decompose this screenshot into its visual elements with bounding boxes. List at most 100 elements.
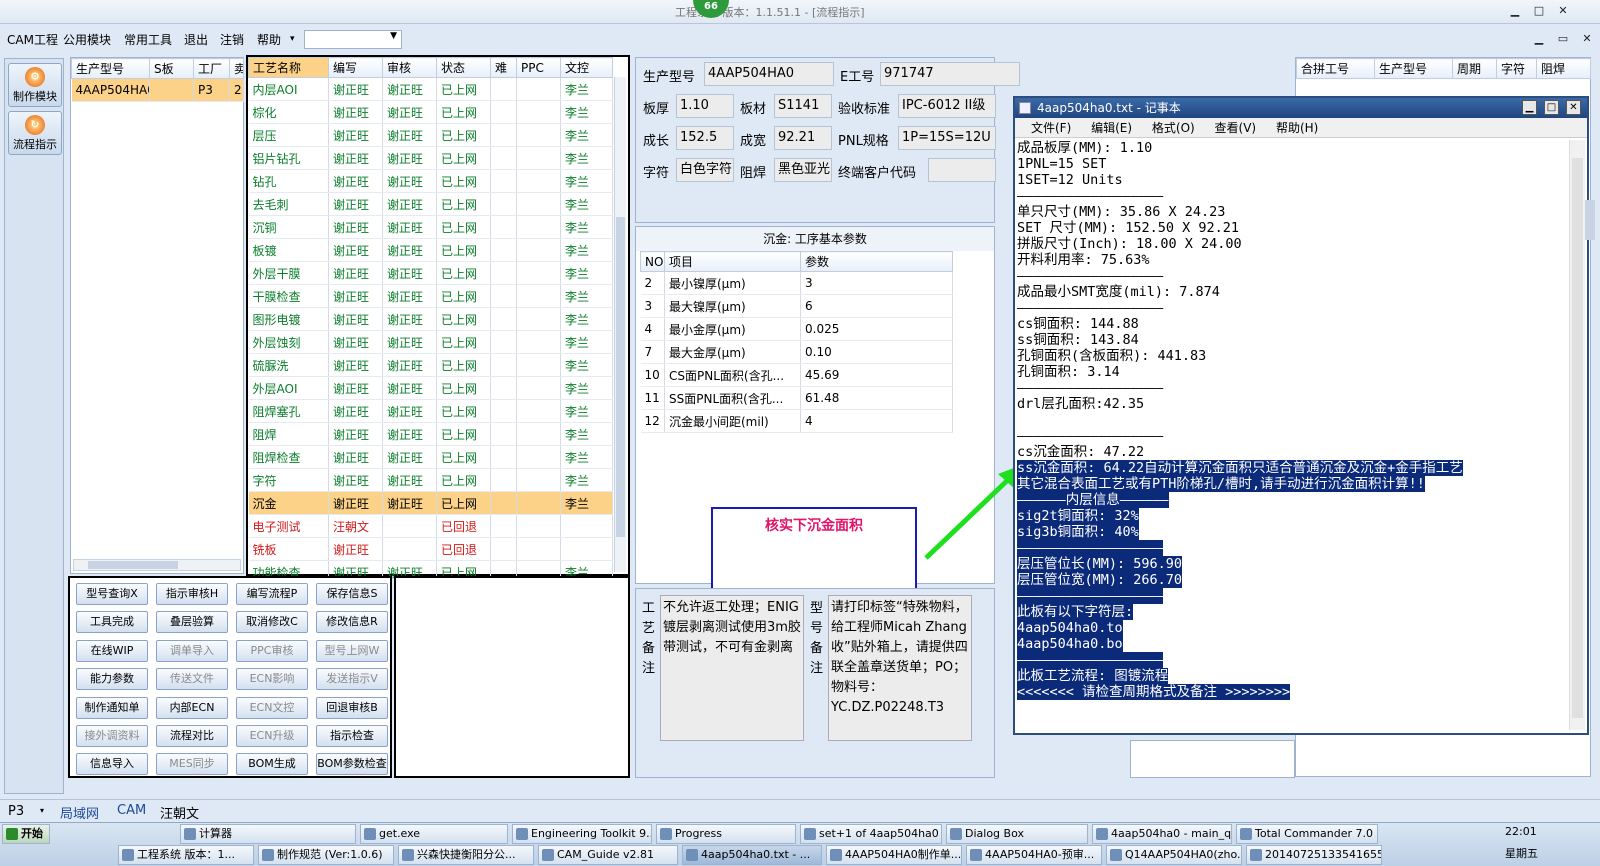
taskbar-item[interactable]: 4AAP504HA0-预审... (966, 845, 1102, 865)
menu-exit[interactable]: 退出 (184, 31, 208, 48)
cell[interactable]: 谢正旺 (382, 123, 437, 147)
cell[interactable]: 李兰 (560, 284, 613, 308)
cell[interactable]: 谢正旺 (382, 353, 437, 377)
cell[interactable] (490, 445, 517, 469)
cell[interactable] (516, 376, 561, 400)
cell[interactable]: SS面PNL面积(含孔... (664, 386, 801, 410)
cell[interactable]: 谢正旺 (382, 100, 437, 124)
cell[interactable]: 谢正旺 (328, 537, 383, 561)
cell[interactable]: 谢正旺 (382, 238, 437, 262)
cell[interactable]: 图形电镀 (248, 307, 329, 331)
taskbar-item[interactable]: Engineering Toolkit 9.... (512, 824, 652, 844)
menu-logout[interactable]: 注销 (220, 31, 244, 48)
cell[interactable]: 谢正旺 (382, 468, 437, 492)
menu-help[interactable]: 帮助 (257, 31, 281, 48)
action-button[interactable]: 取消修改C (236, 611, 308, 634)
cell[interactable]: 谢正旺 (328, 215, 383, 239)
action-button[interactable]: 内部ECN (156, 696, 228, 719)
char-field[interactable]: 白色字符 (676, 158, 734, 182)
width-field[interactable]: 92.21 (774, 126, 832, 150)
cell[interactable] (516, 422, 561, 446)
cell[interactable]: 2 (640, 271, 665, 295)
cell[interactable]: 外层AOI (248, 376, 329, 400)
cell[interactable] (516, 468, 561, 492)
notepad-text[interactable]: 成品板厚(MM): 1.10 1PNL=15 SET 1SET=12 Units ——… (1017, 140, 1569, 730)
cell[interactable] (516, 192, 561, 216)
cell[interactable] (490, 491, 517, 515)
child-maximize-button[interactable]: ▭ (1554, 32, 1572, 46)
cell[interactable]: 干膜检查 (248, 284, 329, 308)
cell[interactable]: 已上网 (436, 399, 491, 423)
cell[interactable]: 已回退 (436, 514, 491, 538)
taskbar-item[interactable]: 4aap504ha0.txt - ... (682, 845, 822, 865)
cell[interactable]: 谢正旺 (328, 261, 383, 285)
cell[interactable]: 6 (800, 294, 953, 318)
col-ppc[interactable]: PPC (516, 57, 561, 78)
cell[interactable]: 谢正旺 (328, 238, 383, 262)
cell[interactable]: 字符 (248, 468, 329, 492)
table-row[interactable]: 11 SS面PNL面积(含孔... 61.48 (640, 386, 953, 410)
process-note-field[interactable]: 不允许返工处理；ENIG镀层剥离测试使用3m胶带测试，不可有金剥离 (660, 595, 804, 741)
cell[interactable]: 谢正旺 (328, 146, 383, 170)
cell[interactable] (490, 537, 517, 561)
cell[interactable] (490, 192, 517, 216)
menu-combo[interactable]: ▼ (304, 30, 402, 49)
action-button[interactable]: ECN升级 (236, 725, 308, 747)
cell[interactable]: 谢正旺 (328, 123, 383, 147)
cell[interactable]: 11 (640, 386, 665, 410)
taskbar-item[interactable]: 4AAP504HA0制作单... (826, 845, 962, 865)
cell[interactable]: 钻孔 (248, 169, 329, 193)
action-button[interactable]: 修改信息R (316, 611, 388, 634)
cell[interactable] (516, 261, 561, 285)
cell[interactable] (490, 169, 517, 193)
cell[interactable] (560, 514, 613, 538)
table-row[interactable]: 4 最小金厚(μm) 0.025 (640, 317, 953, 341)
cell[interactable] (516, 146, 561, 170)
cell[interactable]: 谢正旺 (382, 491, 437, 515)
cell[interactable]: 沉金最小间距(mil) (664, 409, 801, 433)
cell[interactable] (490, 77, 517, 101)
cell[interactable]: 谢正旺 (328, 330, 383, 354)
cell[interactable]: 李兰 (560, 169, 613, 193)
cell[interactable] (516, 77, 561, 101)
action-button[interactable]: 保存信息S (316, 583, 388, 605)
col-sell[interactable]: 卖 (229, 58, 244, 79)
cell[interactable]: 谢正旺 (382, 307, 437, 331)
taskbar-item[interactable]: 计算器 (180, 824, 356, 844)
cell[interactable] (516, 123, 561, 147)
cell[interactable]: 谢正旺 (382, 330, 437, 354)
action-button[interactable]: PPC审核 (236, 639, 308, 662)
action-button[interactable]: 指示审核H (156, 583, 228, 605)
taskbar-item[interactable]: 20140725133541655... (1246, 845, 1382, 865)
notepad-close-button[interactable]: ✕ (1566, 100, 1581, 115)
np-menu-help[interactable]: 帮助(H) (1276, 121, 1318, 135)
table-row[interactable]: 硫脲洗 谢正旺 谢正旺 已上网 李兰 (248, 353, 613, 377)
col-factory[interactable]: 工厂 (193, 58, 230, 79)
cell[interactable]: 谢正旺 (382, 77, 437, 101)
cell[interactable]: 谢正旺 (382, 169, 437, 193)
cell[interactable]: 外层干膜 (248, 261, 329, 285)
cell[interactable]: 7 (640, 340, 665, 364)
material-field[interactable]: S1141 (774, 94, 832, 118)
cell[interactable]: 谢正旺 (328, 77, 383, 101)
action-button[interactable]: 指示检查 (316, 725, 388, 747)
menu-common-modules[interactable]: 公用模块 (63, 31, 111, 48)
table-row[interactable]: 7 最大金厚(μm) 0.10 (640, 340, 953, 364)
table-row[interactable]: 阻焊检查 谢正旺 谢正旺 已上网 李兰 (248, 445, 613, 469)
cell[interactable]: 谢正旺 (328, 169, 383, 193)
minimize-button[interactable]: ▁ (1506, 4, 1524, 18)
col-item[interactable]: 项目 (664, 251, 801, 272)
cell[interactable]: 板镀 (248, 238, 329, 262)
model-note-field[interactable]: 请打印标签“特殊物料，给工程师Micah Zhang收”贴外箱上，请提供四联全盖… (828, 595, 972, 741)
cell[interactable]: 李兰 (560, 399, 613, 423)
cell[interactable]: 12 (640, 409, 665, 433)
notepad-scrollbar[interactable] (1569, 140, 1585, 730)
cell[interactable] (516, 445, 561, 469)
cell[interactable]: 李兰 (560, 422, 613, 446)
action-button[interactable]: 流程对比 (156, 725, 228, 747)
start-button[interactable]: 开始 (2, 824, 50, 844)
h-scrollbar[interactable] (73, 559, 241, 571)
action-button[interactable]: 发送指示V (316, 668, 388, 691)
thickness-field[interactable]: 1.10 (676, 94, 734, 118)
cell[interactable]: 已上网 (436, 215, 491, 239)
